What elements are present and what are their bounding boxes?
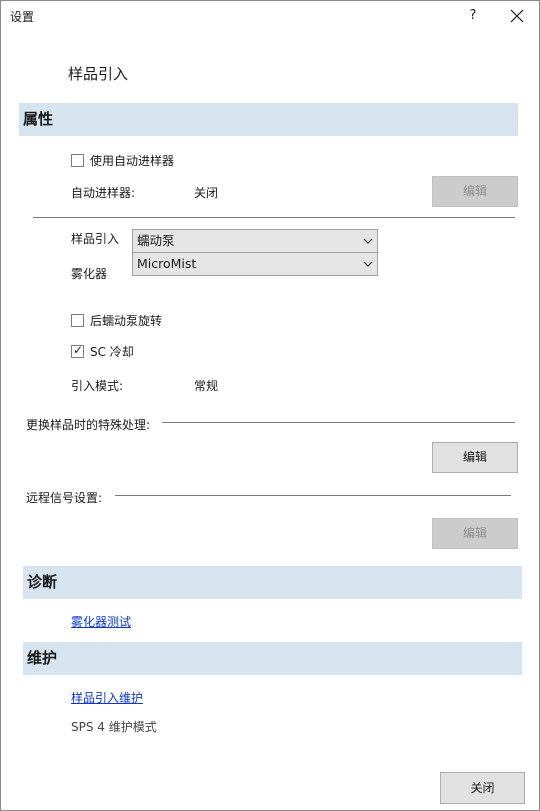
intro-mode-label: 引入模式: [71, 379, 124, 393]
remote-signal-edit-button[interactable]: 编辑 [432, 518, 518, 549]
help-button[interactable]: ? [463, 5, 483, 27]
rear-pump-checkbox[interactable]: 后蠕动泵旋转 [71, 312, 162, 329]
section-header-properties: 属性 [19, 103, 518, 136]
section-header-maintenance: 维护 [23, 642, 522, 675]
close-button[interactable]: 关闭 [440, 772, 525, 804]
section-header-diagnostics: 诊断 [23, 566, 522, 599]
sc-cooling-label: SC 冷却 [90, 345, 134, 359]
sample-intro-selected: 蠕动泵 [137, 233, 175, 248]
use-autosampler-label: 使用自动进样器 [90, 154, 175, 168]
window-close-button[interactable] [506, 5, 528, 27]
intro-mode-value: 常规 [194, 379, 219, 393]
use-autosampler-checkbox[interactable]: 使用自动进样器 [71, 152, 174, 169]
chevron-down-icon [363, 261, 373, 267]
nebulizer-label: 雾化器 [71, 267, 108, 281]
remote-signal-label: 远程信号设置: [26, 491, 103, 505]
sample-intro-label: 样品引入 [71, 232, 120, 246]
close-icon [510, 9, 524, 23]
sample-intro-select[interactable]: 蠕动泵 [132, 229, 378, 253]
sc-cooling-checkbox[interactable]: ✓ SC 冷却 [71, 343, 134, 360]
settings-dialog: 设置 ? 样品引入 属性 使用自动进样器 自动进样器: 关闭 编辑 样品引入 蠕… [0, 0, 540, 811]
autosampler-edit-button[interactable]: 编辑 [432, 176, 518, 207]
special-handling-edit-button[interactable]: 编辑 [432, 442, 518, 473]
use-autosampler-box[interactable] [71, 154, 84, 167]
nebulizer-test-link[interactable]: 雾化器测试 [71, 613, 131, 630]
rear-pump-label: 后蠕动泵旋转 [90, 314, 163, 328]
nebulizer-select[interactable]: MicroMist [132, 252, 378, 276]
rear-pump-box[interactable] [71, 314, 84, 327]
autosampler-label: 自动进样器: [71, 186, 136, 200]
divider [33, 217, 515, 218]
divider [162, 422, 515, 423]
page-title: 样品引入 [68, 65, 129, 83]
checkmark-icon: ✓ [73, 343, 84, 357]
divider [115, 495, 511, 496]
chevron-down-icon [363, 238, 373, 244]
window-title: 设置 [10, 10, 35, 24]
nebulizer-selected: MicroMist [137, 256, 197, 271]
autosampler-value: 关闭 [194, 186, 219, 200]
sample-intro-maintenance-link[interactable]: 样品引入维护 [71, 689, 143, 706]
sps4-maintenance-mode-text: SPS 4 维护模式 [71, 720, 157, 734]
special-handling-label: 更换样品时的特殊处理: [26, 418, 151, 432]
sc-cooling-box[interactable]: ✓ [71, 343, 84, 358]
